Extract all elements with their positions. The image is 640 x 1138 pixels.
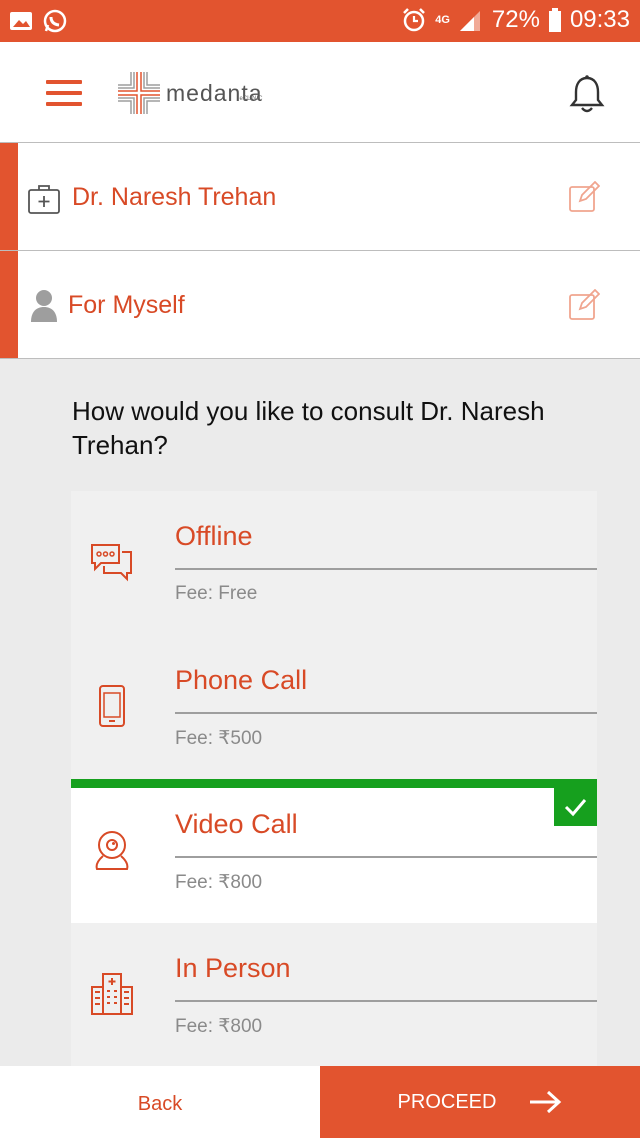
- whatsapp-icon: [43, 9, 67, 33]
- menu-icon[interactable]: [46, 80, 82, 106]
- option-title: Offline: [175, 521, 253, 551]
- gallery-icon: [10, 12, 32, 30]
- medanta-cross-icon: [118, 72, 160, 114]
- doctor-name: Dr. Naresh Trehan: [72, 183, 277, 211]
- option-fee: Fee: ₹800: [175, 1016, 263, 1037]
- webcam-icon: [95, 831, 129, 870]
- back-label: Back: [137, 1092, 183, 1115]
- bottom-action-bar: Back PROCEED: [0, 1066, 640, 1138]
- signal-icon: [459, 11, 480, 31]
- selected-doctor-row[interactable]: Dr. Naresh Trehan: [0, 143, 640, 251]
- consult-option-in-person[interactable]: In Person Fee: ₹800: [71, 923, 597, 1066]
- edit-patient-icon[interactable]: [568, 289, 600, 321]
- option-title: Video Call: [175, 809, 298, 839]
- battery-icon: [548, 8, 561, 32]
- medical-kit-icon: [28, 185, 60, 214]
- row-accent-bar: [0, 143, 18, 250]
- back-button[interactable]: Back: [0, 1066, 320, 1138]
- battery-percent: 72%: [491, 6, 540, 33]
- clock: 09:33: [569, 6, 630, 33]
- arrow-right-icon: [530, 1090, 562, 1114]
- patient-label: For Myself: [68, 291, 185, 319]
- option-divider: [175, 568, 597, 570]
- consult-option-offline[interactable]: Offline Fee: Free: [71, 491, 597, 636]
- alarm-icon: [403, 8, 426, 32]
- logo-subtext: eCLINIC: [239, 96, 263, 102]
- notification-bell-icon[interactable]: [568, 74, 606, 114]
- logo-text: medanta: [166, 79, 263, 106]
- selected-indicator-bar: [71, 779, 597, 788]
- edit-doctor-icon[interactable]: [568, 181, 600, 213]
- app-header: medanta eCLINIC: [0, 42, 640, 143]
- option-fee: Fee: ₹800: [175, 872, 263, 893]
- consult-option-phone-call[interactable]: Phone Call Fee: ₹500: [71, 635, 597, 780]
- row-accent-bar: [0, 251, 18, 358]
- proceed-label: PROCEED: [397, 1090, 497, 1113]
- option-divider: [175, 856, 597, 858]
- proceed-button[interactable]: PROCEED: [320, 1066, 640, 1138]
- hospital-building-icon: [91, 973, 133, 1015]
- medanta-logo: medanta eCLINIC: [116, 70, 263, 116]
- status-bar: 4G 72% 09:33: [0, 0, 640, 42]
- network-type: 4G: [435, 14, 450, 26]
- chat-bubbles-icon: [91, 544, 132, 582]
- option-fee: Fee: ₹500: [175, 728, 263, 749]
- option-divider: [175, 1000, 597, 1002]
- consult-option-video-call[interactable]: Video Call Fee: ₹800: [71, 779, 597, 924]
- option-title: Phone Call: [175, 665, 308, 695]
- patient-selection-row[interactable]: For Myself: [0, 251, 640, 359]
- selected-check-icon: [554, 788, 597, 826]
- user-icon: [31, 290, 57, 322]
- option-title: In Person: [175, 953, 291, 983]
- mobile-phone-icon: [99, 685, 125, 727]
- consult-question: How would you like to consult Dr. Naresh…: [72, 396, 545, 460]
- option-divider: [175, 712, 597, 714]
- option-fee: Fee: Free: [175, 583, 258, 604]
